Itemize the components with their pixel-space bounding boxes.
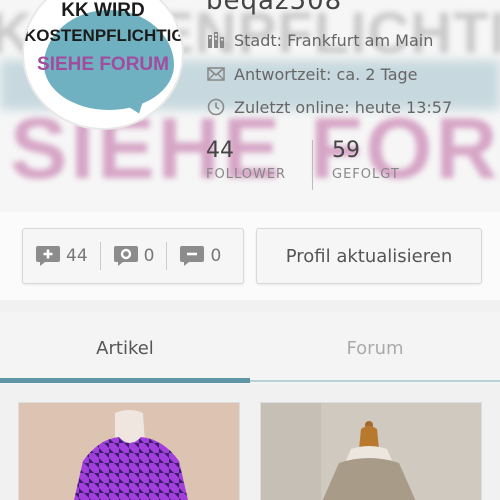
following-stat[interactable]: 59 GEFOLGT xyxy=(332,138,400,182)
followers-stat[interactable]: 44 FOLLOWER xyxy=(206,138,286,182)
stats-divider xyxy=(312,140,313,190)
info-response-text: Antwortzeit: ca. 2 Tage xyxy=(234,64,418,84)
followers-label: FOLLOWER xyxy=(206,167,287,182)
following-label: GEFOLGT xyxy=(332,167,400,182)
article-card[interactable] xyxy=(260,402,482,500)
article-grid xyxy=(0,384,500,500)
positive-count: 44 xyxy=(66,246,88,266)
update-profile-button[interactable]: Profil aktualisieren xyxy=(256,228,482,284)
info-response-time: Antwortzeit: ca. 2 Tage xyxy=(206,64,418,84)
article-card[interactable] xyxy=(18,402,240,500)
article-image-mannequin xyxy=(261,403,481,500)
article-image-dress xyxy=(19,403,239,500)
info-city-text: Stadt: Frankfurt am Main xyxy=(234,30,434,50)
mail-icon xyxy=(206,64,226,84)
avatar-text-line1: KK WIRD xyxy=(61,0,145,21)
content-tabs: Artikel Forum xyxy=(0,312,500,384)
building-icon xyxy=(206,30,226,50)
negative-ratings[interactable]: 0 xyxy=(167,229,221,283)
info-online-text: Zuletzt online: heute 13:57 xyxy=(234,97,453,117)
username: beqaz508 xyxy=(206,0,343,16)
tab-artikel[interactable]: Artikel xyxy=(0,312,250,384)
profile-header: KOSTENPFLICHTIG SIEHE FORUM KK WIRD KOST… xyxy=(0,0,500,212)
followers-count: 44 xyxy=(206,138,234,163)
inactive-tab-indicator xyxy=(250,380,500,382)
action-row: 44 0 0 Profil aktualisieren xyxy=(0,212,500,300)
clock-icon xyxy=(206,97,226,117)
minus-bubble-icon xyxy=(179,245,205,267)
following-count: 59 xyxy=(332,138,360,163)
plus-bubble-icon xyxy=(35,245,61,267)
positive-ratings[interactable]: 44 xyxy=(23,229,88,283)
tab-forum[interactable]: Forum xyxy=(250,312,500,384)
avatar-text-line3: SIEHE FORUM xyxy=(37,54,169,75)
active-tab-indicator xyxy=(0,378,250,383)
rating-counters: 44 0 0 xyxy=(22,228,244,284)
negative-count: 0 xyxy=(210,246,222,266)
circle-bubble-icon xyxy=(113,245,139,267)
info-last-online: Zuletzt online: heute 13:57 xyxy=(206,97,452,117)
neutral-count: 0 xyxy=(143,246,155,266)
info-city: Stadt: Frankfurt am Main xyxy=(206,30,433,50)
neutral-ratings[interactable]: 0 xyxy=(101,229,155,283)
avatar-text-line2: KOSTENPFLICHTIG xyxy=(24,26,182,45)
